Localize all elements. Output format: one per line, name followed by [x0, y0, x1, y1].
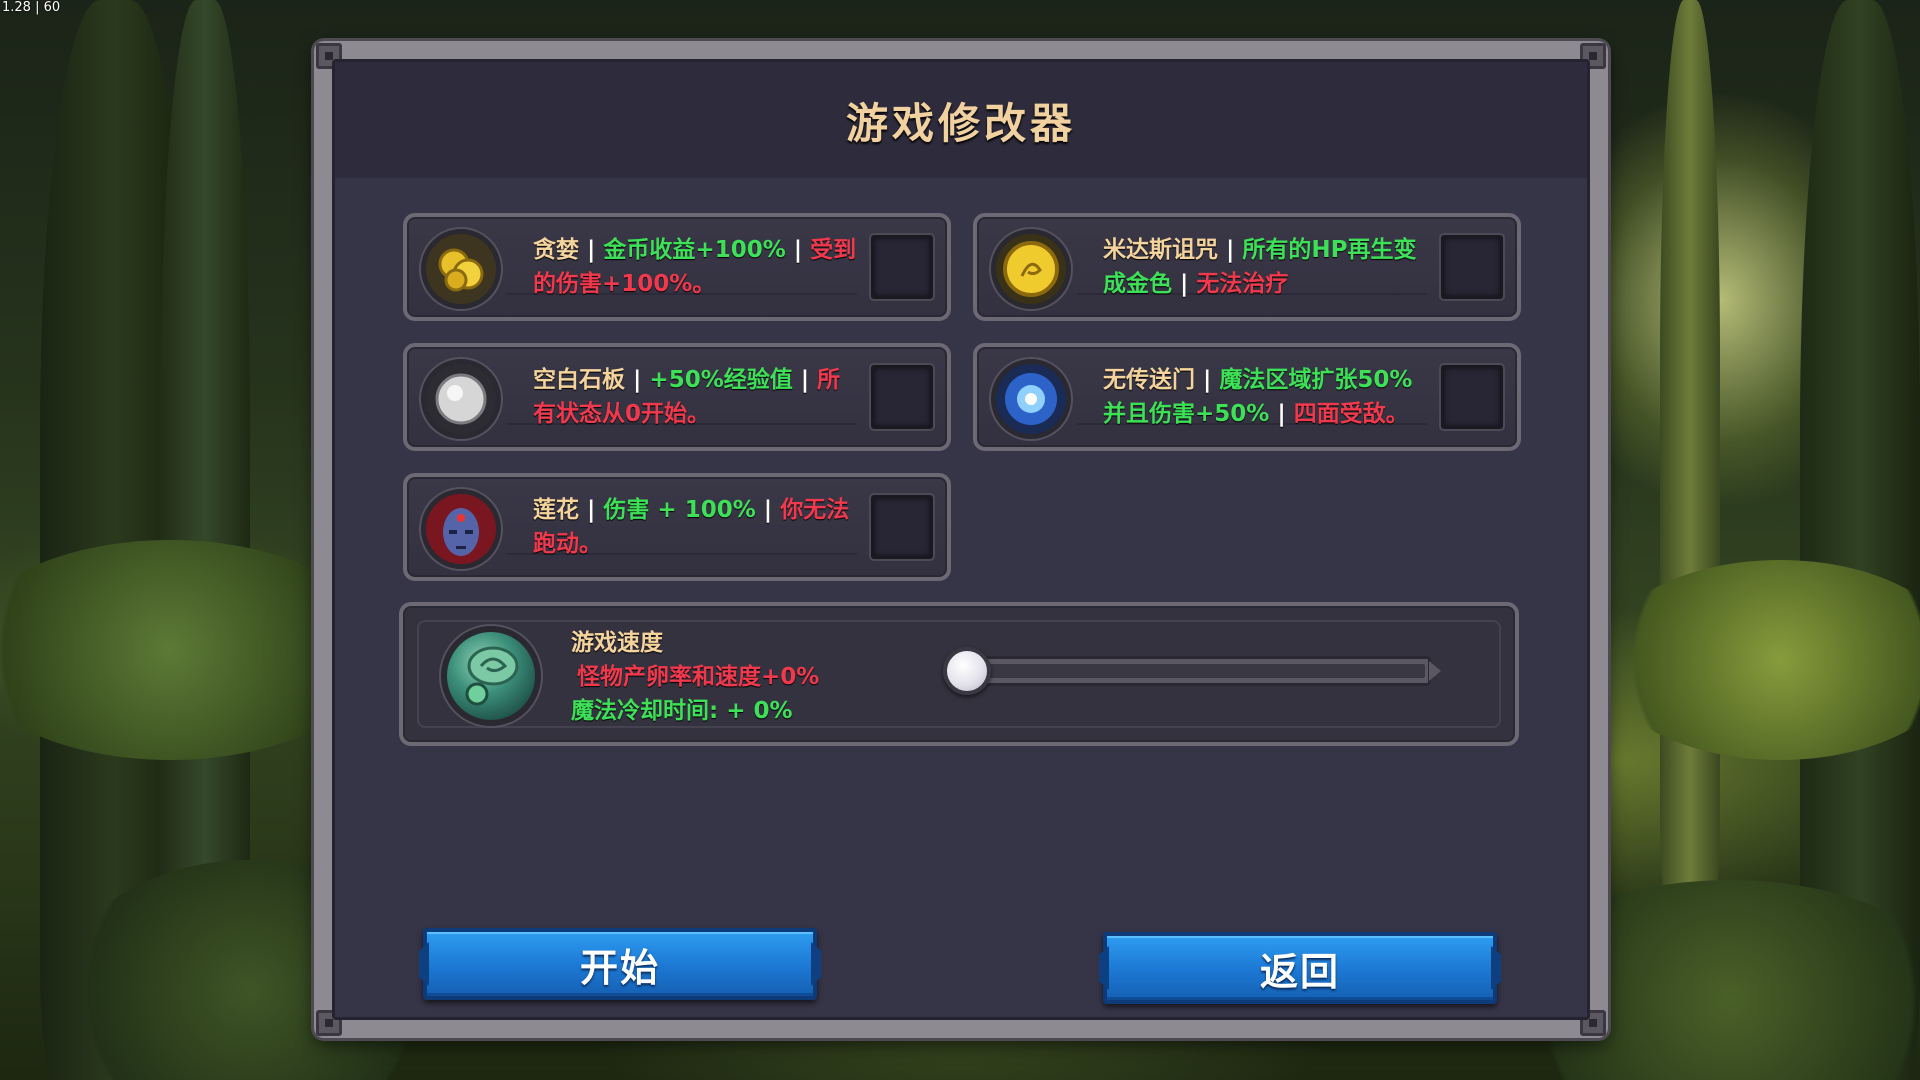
modifier-description: 莲花 | 伤害 + 100% | 你无法跑动。: [533, 493, 861, 561]
speed-slider-track[interactable]: [951, 656, 1431, 686]
three-eyed-face-icon: [421, 489, 501, 569]
start-button[interactable]: 开始: [423, 928, 817, 1000]
modifier-card-no-portal: 无传送门 | 魔法区域扩张50%并且伤害+50% | 四面受敌。: [973, 343, 1521, 451]
modifier-penalty: 四面受敌。: [1293, 401, 1409, 427]
modifier-card-midas: 米达斯诅咒 | 所有的HP再生变成金色 | 无法治疗: [973, 213, 1521, 321]
modifier-name: 贪婪: [533, 237, 579, 263]
separator: |: [1195, 367, 1220, 393]
tree-trunk: [1660, 0, 1720, 900]
modifier-description: 米达斯诅咒 | 所有的HP再生变成金色 | 无法治疗: [1103, 233, 1431, 301]
white-stone-icon: [421, 359, 501, 439]
separator: |: [1269, 401, 1294, 427]
modifier-checkbox-blank-slate[interactable]: [871, 365, 933, 429]
game-speed-panel: 游戏速度 怪物产卵率和速度+0% 魔法冷却时间: + 0%: [399, 602, 1519, 746]
modifier-checkbox-no-portal[interactable]: [1441, 365, 1503, 429]
speed-title: 游戏速度: [571, 630, 663, 656]
separator: |: [579, 237, 604, 263]
modifier-checkbox-greed[interactable]: [871, 235, 933, 299]
blue-portal-icon: [991, 359, 1071, 439]
dialog-title: 游戏修改器: [845, 98, 1076, 148]
separator: |: [1172, 271, 1197, 297]
modifier-description: 空白石板 | +50%经验值 | 所有状态从0开始。: [533, 363, 861, 431]
modifier-bonus: 金币收益+100%: [603, 237, 786, 263]
modifier-description: 贪婪 | 金币收益+100% | 受到的伤害+100%。: [533, 233, 861, 301]
bush: [1600, 560, 1920, 760]
modifier-name: 莲花: [533, 497, 579, 523]
modifier-bonus: 伤害 + 100%: [603, 497, 756, 523]
separator: |: [792, 367, 818, 393]
modifier-card-blank-slate: 空白石板 | +50%经验值 | 所有状态从0开始。: [403, 343, 951, 451]
modifier-card-greed: 贪婪 | 金币收益+100% | 受到的伤害+100%。: [403, 213, 951, 321]
separator: |: [1218, 237, 1243, 263]
separator: |: [755, 497, 781, 523]
modifier-description: 无传送门 | 魔法区域扩张50%并且伤害+50% | 四面受敌。: [1103, 363, 1431, 431]
separator: |: [785, 237, 811, 263]
modifier-checkbox-midas[interactable]: [1441, 235, 1503, 299]
modifier-penalty: 无法治疗: [1196, 271, 1289, 297]
separator: |: [625, 367, 650, 393]
separator: |: [579, 497, 604, 523]
speed-cooldown-text: 魔法冷却时间: + 0%: [571, 698, 793, 724]
back-button[interactable]: 返回: [1103, 932, 1497, 1004]
gold-medallion-icon: [991, 229, 1071, 309]
green-scroll-hourglass-icon: [441, 626, 541, 726]
slider-end-arrow-icon: [1429, 661, 1441, 681]
speed-text: 游戏速度 怪物产卵率和速度+0% 魔法冷却时间: + 0%: [571, 626, 819, 728]
modifier-name: 空白石板: [533, 367, 625, 393]
modifier-checkbox-lotus[interactable]: [871, 495, 933, 559]
modifier-bonus: +50%经验值: [649, 367, 793, 393]
modifier-name: 米达斯诅咒: [1103, 237, 1218, 263]
dialog-header: 游戏修改器: [335, 62, 1587, 178]
gold-coins-icon: [421, 229, 501, 309]
modifier-card-lotus: 莲花 | 伤害 + 100% | 你无法跑动。: [403, 473, 951, 581]
modifier-name: 无传送门: [1103, 367, 1195, 393]
speed-slider-thumb[interactable]: [943, 647, 991, 695]
speed-spawn-text: 怪物产卵率和速度+0%: [577, 664, 820, 690]
fps-counter: 1.28 | 60: [2, 0, 61, 15]
